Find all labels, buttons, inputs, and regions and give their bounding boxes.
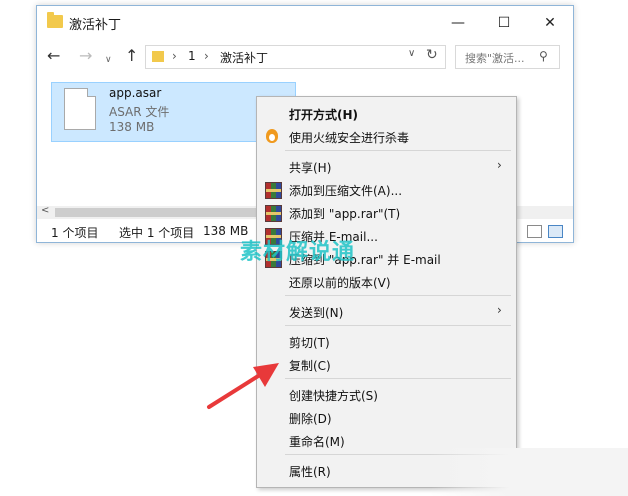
- breadcrumb-separator[interactable]: ›: [172, 49, 177, 63]
- search-input[interactable]: 搜索"激活... ⚲: [455, 45, 560, 69]
- breadcrumb-item-1[interactable]: 1: [188, 49, 196, 63]
- menu-item-label: 还原以前的版本(V): [289, 276, 391, 290]
- title-bar[interactable]: 激活补丁 — ☐ ✕: [37, 6, 573, 40]
- menu-separator: [285, 378, 511, 379]
- address-dropdown-icon[interactable]: ∨: [408, 48, 415, 59]
- menu-separator: [285, 325, 511, 326]
- context-menu: 打开方式(H) 使用火绒安全进行杀毒 共享(H) › 添加到压缩文件(A)...…: [256, 96, 517, 488]
- selection-count: 选中 1 个项目: [119, 226, 195, 240]
- menu-item-create-shortcut[interactable]: 创建快捷方式(S): [257, 383, 516, 406]
- navigation-bar: ← → ∨ ↑ › 1 › 激活补丁 ∨ ↻ 搜索"激活... ⚲: [37, 40, 573, 74]
- file-name: app.asar: [109, 86, 162, 100]
- close-button[interactable]: ✕: [527, 6, 573, 40]
- large-icons-view-icon[interactable]: [548, 225, 563, 238]
- recent-locations-chevron-icon[interactable]: ∨: [105, 52, 112, 68]
- menu-item-label: 添加到压缩文件(A)...: [289, 184, 403, 198]
- chevron-right-icon: ›: [497, 303, 502, 317]
- menu-item-add-to-rar[interactable]: 添加到 "app.rar"(T): [257, 201, 516, 224]
- breadcrumb-item-current[interactable]: 激活补丁: [220, 49, 268, 66]
- chevron-right-icon: ›: [497, 158, 502, 172]
- menu-item-label: 复制(C): [289, 359, 331, 373]
- refresh-icon[interactable]: ↻: [426, 47, 438, 63]
- menu-separator: [285, 150, 511, 151]
- menu-item-label: 打开方式(H): [289, 108, 359, 122]
- huorong-flame-icon: [266, 129, 278, 143]
- menu-item-label: 属性(R): [289, 465, 331, 479]
- menu-item-label: 添加到 "app.rar"(T): [289, 207, 401, 221]
- back-arrow-icon[interactable]: ←: [47, 48, 60, 64]
- minimize-button[interactable]: —: [435, 6, 481, 40]
- menu-item-add-to-archive[interactable]: 添加到压缩文件(A)...: [257, 178, 516, 201]
- scroll-thumb[interactable]: [55, 208, 260, 217]
- forward-arrow-icon[interactable]: →: [79, 48, 92, 64]
- file-type: ASAR 文件: [109, 105, 170, 119]
- winrar-icon: [265, 205, 282, 222]
- item-count: 1 个项目: [51, 226, 99, 240]
- blurred-corner: [430, 448, 628, 496]
- arrow-shaft: [207, 371, 265, 409]
- menu-item-open-with[interactable]: 打开方式(H): [257, 102, 516, 125]
- menu-item-send-to[interactable]: 发送到(N) ›: [257, 300, 516, 323]
- menu-item-label: 共享(H): [289, 161, 332, 175]
- scroll-left-icon[interactable]: <: [41, 205, 49, 216]
- folder-icon: [152, 51, 164, 62]
- document-icon: [64, 88, 96, 130]
- red-pointer-arrow-icon: [207, 363, 279, 409]
- menu-item-label: 删除(D): [289, 412, 332, 426]
- breadcrumb-separator[interactable]: ›: [204, 49, 209, 63]
- search-icon[interactable]: ⚲: [539, 49, 548, 63]
- up-arrow-icon[interactable]: ↑: [125, 48, 138, 64]
- menu-separator: [285, 295, 511, 296]
- window-title: 激活补丁: [69, 18, 122, 33]
- menu-item-cut[interactable]: 剪切(T): [257, 330, 516, 353]
- menu-item-scan-virus[interactable]: 使用火绒安全进行杀毒: [257, 125, 516, 148]
- menu-item-restore-versions[interactable]: 还原以前的版本(V): [257, 270, 516, 293]
- menu-item-label: 使用火绒安全进行杀毒: [289, 131, 410, 145]
- folder-icon: [47, 12, 63, 28]
- address-bar[interactable]: › 1 › 激活补丁 ∨ ↻: [145, 45, 446, 69]
- winrar-icon: [265, 182, 282, 199]
- menu-item-delete[interactable]: 删除(D): [257, 406, 516, 429]
- watermark-text: 素材解说通: [240, 240, 356, 265]
- details-view-icon[interactable]: [527, 225, 542, 238]
- menu-item-label: 剪切(T): [289, 336, 330, 350]
- menu-item-label: 发送到(N): [289, 306, 344, 320]
- menu-item-copy[interactable]: 复制(C): [257, 353, 516, 376]
- menu-item-label: 重命名(M): [289, 435, 345, 449]
- search-placeholder: 搜索"激活...: [465, 52, 525, 65]
- maximize-button[interactable]: ☐: [481, 6, 527, 40]
- file-size: 138 MB: [109, 120, 155, 134]
- menu-item-share[interactable]: 共享(H) ›: [257, 155, 516, 178]
- menu-item-label: 创建快捷方式(S): [289, 389, 378, 403]
